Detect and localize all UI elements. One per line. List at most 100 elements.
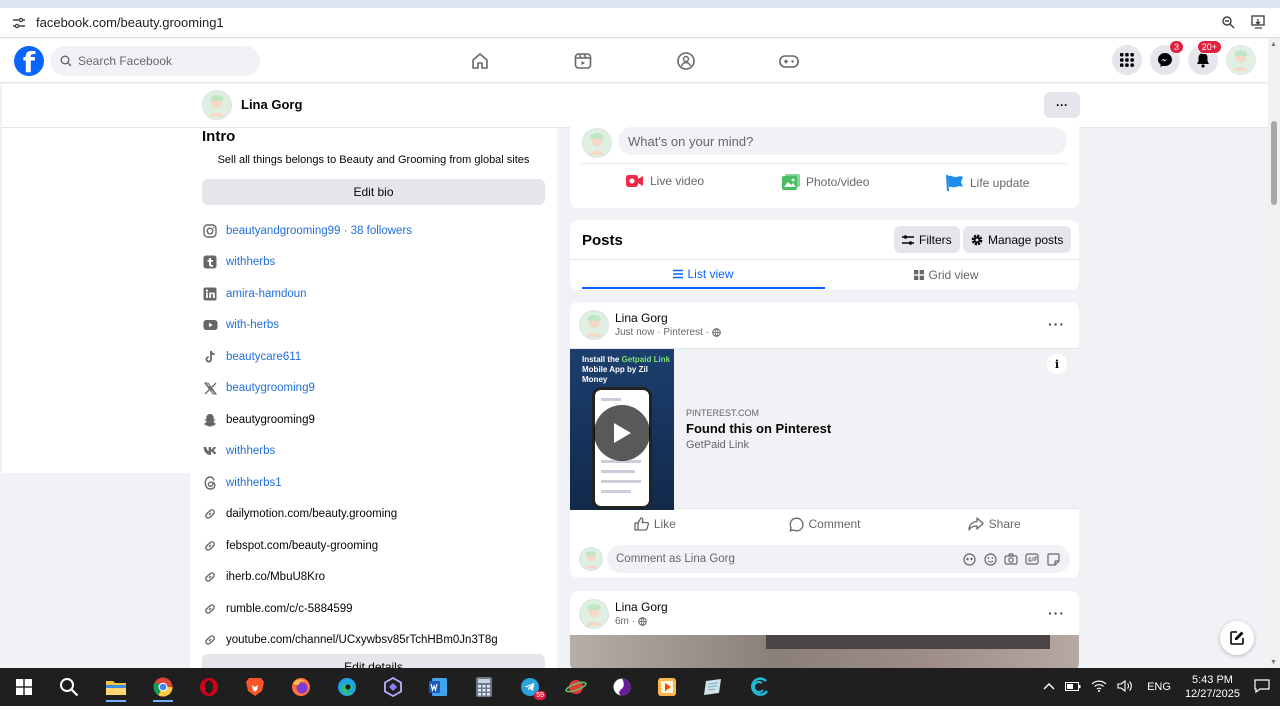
purple-app-icon[interactable] xyxy=(606,672,638,702)
chrome-icon[interactable] xyxy=(147,672,179,702)
url-text[interactable]: facebook.com/beauty.grooming1 xyxy=(36,15,224,30)
media-player-icon[interactable] xyxy=(651,672,683,702)
sticker-icon[interactable] xyxy=(1046,552,1060,566)
tab-list-view[interactable]: List view xyxy=(582,260,825,289)
comment-button[interactable]: Comment xyxy=(740,510,910,538)
intro-link-text[interactable]: with-herbs xyxy=(226,319,279,331)
video-icon[interactable] xyxy=(565,49,601,73)
post-more-icon[interactable]: ··· xyxy=(1048,316,1065,332)
filters-button[interactable]: Filters xyxy=(894,226,960,253)
share-button[interactable]: Share xyxy=(909,510,1079,538)
app-hexagon-icon[interactable] xyxy=(377,672,409,702)
profile-avatar[interactable] xyxy=(202,90,232,120)
preview-title[interactable]: Found this on Pinterest xyxy=(686,421,831,436)
intro-link-text[interactable]: beautygrooming9 xyxy=(226,382,315,394)
home-icon[interactable] xyxy=(462,49,498,73)
life-update-button[interactable]: Life update xyxy=(946,174,1029,192)
account-avatar[interactable] xyxy=(1226,45,1256,75)
post-image[interactable] xyxy=(570,635,1079,671)
intro-link-item[interactable]: iherb.co/MbuU8Kro xyxy=(202,562,498,594)
show-hidden-icons-chevron-up-icon[interactable] xyxy=(1043,681,1055,693)
intro-link-item[interactable]: beautygrooming9 xyxy=(202,373,498,405)
taskbar-search-icon[interactable] xyxy=(53,672,85,702)
edit-bio-button[interactable]: Edit bio xyxy=(202,179,545,205)
zoom-icon[interactable] xyxy=(1220,14,1236,30)
edit-details-button[interactable]: Edit details xyxy=(202,654,545,668)
opera-icon[interactable] xyxy=(193,672,225,702)
notifications-bell-icon[interactable]: 20+ xyxy=(1188,40,1222,75)
page-scrollbar[interactable]: ▲ ▼ xyxy=(1268,39,1280,668)
emoji-icon[interactable] xyxy=(983,552,997,566)
post-author-avatar[interactable] xyxy=(579,599,609,629)
intro-link-text[interactable]: febspot.com/beauty-grooming xyxy=(226,540,378,552)
avatar-sticker-icon[interactable] xyxy=(962,552,976,566)
profile-name[interactable]: Lina Gorg xyxy=(241,97,302,112)
scrollbar-thumb[interactable] xyxy=(1271,121,1277,205)
scroll-down-icon[interactable]: ▼ xyxy=(1270,659,1277,666)
intro-link-item[interactable]: youtube.com/channel/UCxywbsv85rTchHBm0Jn… xyxy=(202,625,498,657)
gif-icon[interactable] xyxy=(1025,552,1039,566)
facebook-logo-icon[interactable]: f xyxy=(14,46,44,76)
search-input[interactable] xyxy=(78,54,238,68)
edge-icon[interactable] xyxy=(331,672,363,702)
commenter-avatar[interactable] xyxy=(579,547,603,571)
messenger-icon[interactable]: 3 xyxy=(1150,40,1184,75)
intro-link-text[interactable]: withherbs1 xyxy=(226,477,282,489)
site-settings-icon[interactable] xyxy=(12,16,26,30)
telegram-icon[interactable]: 59 xyxy=(514,672,546,702)
info-icon[interactable]: i xyxy=(1047,354,1067,374)
browser-address-bar[interactable]: facebook.com/beauty.grooming1 xyxy=(0,8,1280,38)
battery-icon[interactable] xyxy=(1065,680,1081,695)
composer-avatar[interactable] xyxy=(582,128,612,158)
new-message-button[interactable] xyxy=(1220,621,1254,655)
intro-link-item[interactable]: withherbs xyxy=(202,436,498,468)
planet-app-icon[interactable] xyxy=(560,672,592,702)
clock[interactable]: 5:43 PM 12/27/2025 xyxy=(1185,673,1240,701)
scroll-up-icon[interactable]: ▲ xyxy=(1270,41,1277,48)
gaming-icon[interactable] xyxy=(771,49,807,73)
live-video-button[interactable]: Live video xyxy=(626,174,704,188)
intro-link-item[interactable]: febspot.com/beauty-grooming xyxy=(202,530,498,562)
word-icon[interactable] xyxy=(422,672,454,702)
intro-link-item[interactable]: with-herbs xyxy=(202,310,498,342)
intro-link-text[interactable]: youtube.com/channel/UCxywbsv85rTchHBm0Jn… xyxy=(226,634,498,646)
intro-link-text[interactable]: beautycare611 xyxy=(226,351,301,363)
preview-thumbnail[interactable]: Install the Getpaid Link Mobile App by Z… xyxy=(570,349,674,510)
intro-link-text[interactable]: dailymotion.com/beauty.grooming xyxy=(226,508,397,520)
calculator-icon[interactable] xyxy=(468,672,500,702)
photo-video-button[interactable]: Photo/video xyxy=(782,174,869,190)
firefox-icon[interactable] xyxy=(285,672,317,702)
intro-link-text[interactable]: rumble.com/c/c-5884599 xyxy=(226,603,353,615)
post-author-avatar[interactable] xyxy=(579,310,609,340)
post-author-name[interactable]: Lina Gorg xyxy=(615,311,668,325)
whats-on-your-mind-input[interactable]: What's on your mind? xyxy=(618,127,1067,155)
intro-link-item[interactable]: beautyandgrooming99 · 38 followers xyxy=(202,215,498,247)
brave-icon[interactable] xyxy=(239,672,271,702)
intro-link-item[interactable]: dailymotion.com/beauty.grooming xyxy=(202,499,498,531)
camera-icon[interactable] xyxy=(1004,552,1018,566)
tab-grid-view[interactable]: Grid view xyxy=(825,260,1068,289)
manage-posts-button[interactable]: Manage posts xyxy=(963,226,1072,253)
search-box[interactable] xyxy=(50,46,260,76)
intro-link-text[interactable]: beautygrooming9 xyxy=(226,414,315,426)
intro-link-item[interactable]: amira-hamdoun xyxy=(202,278,498,310)
language-indicator[interactable]: ENG xyxy=(1147,681,1171,693)
notification-center-icon[interactable] xyxy=(1254,678,1270,696)
windows-start-icon[interactable] xyxy=(8,672,40,702)
notes-app-icon[interactable] xyxy=(697,672,729,702)
intro-link-text[interactable]: amira-hamdoun xyxy=(226,288,307,300)
intro-link-text[interactable]: iherb.co/MbuU8Kro xyxy=(226,571,325,583)
groups-icon[interactable] xyxy=(668,49,704,73)
intro-link-text[interactable]: withherbs xyxy=(226,256,275,268)
intro-link-text[interactable]: beautyandgrooming99 · 38 followers xyxy=(226,225,412,237)
volume-icon[interactable] xyxy=(1117,679,1133,695)
post-author-name[interactable]: Lina Gorg xyxy=(615,600,668,614)
intro-link-item[interactable]: rumble.com/c/c-5884599 xyxy=(202,593,498,625)
wave-app-icon[interactable] xyxy=(743,672,775,702)
like-button[interactable]: Like xyxy=(570,510,740,538)
intro-link-item[interactable]: beautycare611 xyxy=(202,341,498,373)
intro-link-item[interactable]: withherbs xyxy=(202,247,498,279)
link-preview[interactable]: Install the Getpaid Link Mobile App by Z… xyxy=(570,348,1079,510)
post-more-icon[interactable]: ··· xyxy=(1048,605,1065,621)
intro-link-item[interactable]: withherbs1 xyxy=(202,467,498,499)
